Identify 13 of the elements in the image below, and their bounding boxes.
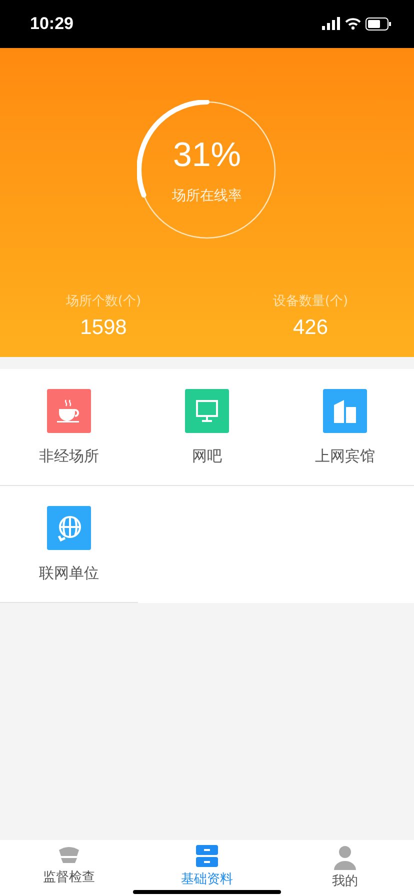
online-rate-value: 31% <box>172 136 242 174</box>
stat-value: 426 <box>292 316 328 340</box>
stat-label: 场所个数(个) <box>66 293 142 310</box>
drawer-icon <box>194 844 220 868</box>
online-rate-label: 场所在线率 <box>172 186 242 204</box>
signal-icon <box>322 17 340 30</box>
stat-value: 1598 <box>80 316 127 340</box>
battery-icon <box>366 18 391 30</box>
status-time: 10:29 <box>30 14 74 34</box>
person-icon <box>332 844 358 870</box>
wifi-icon <box>345 18 361 30</box>
stat-label: 设备数量(个) <box>272 293 348 310</box>
cap-icon <box>56 844 82 866</box>
